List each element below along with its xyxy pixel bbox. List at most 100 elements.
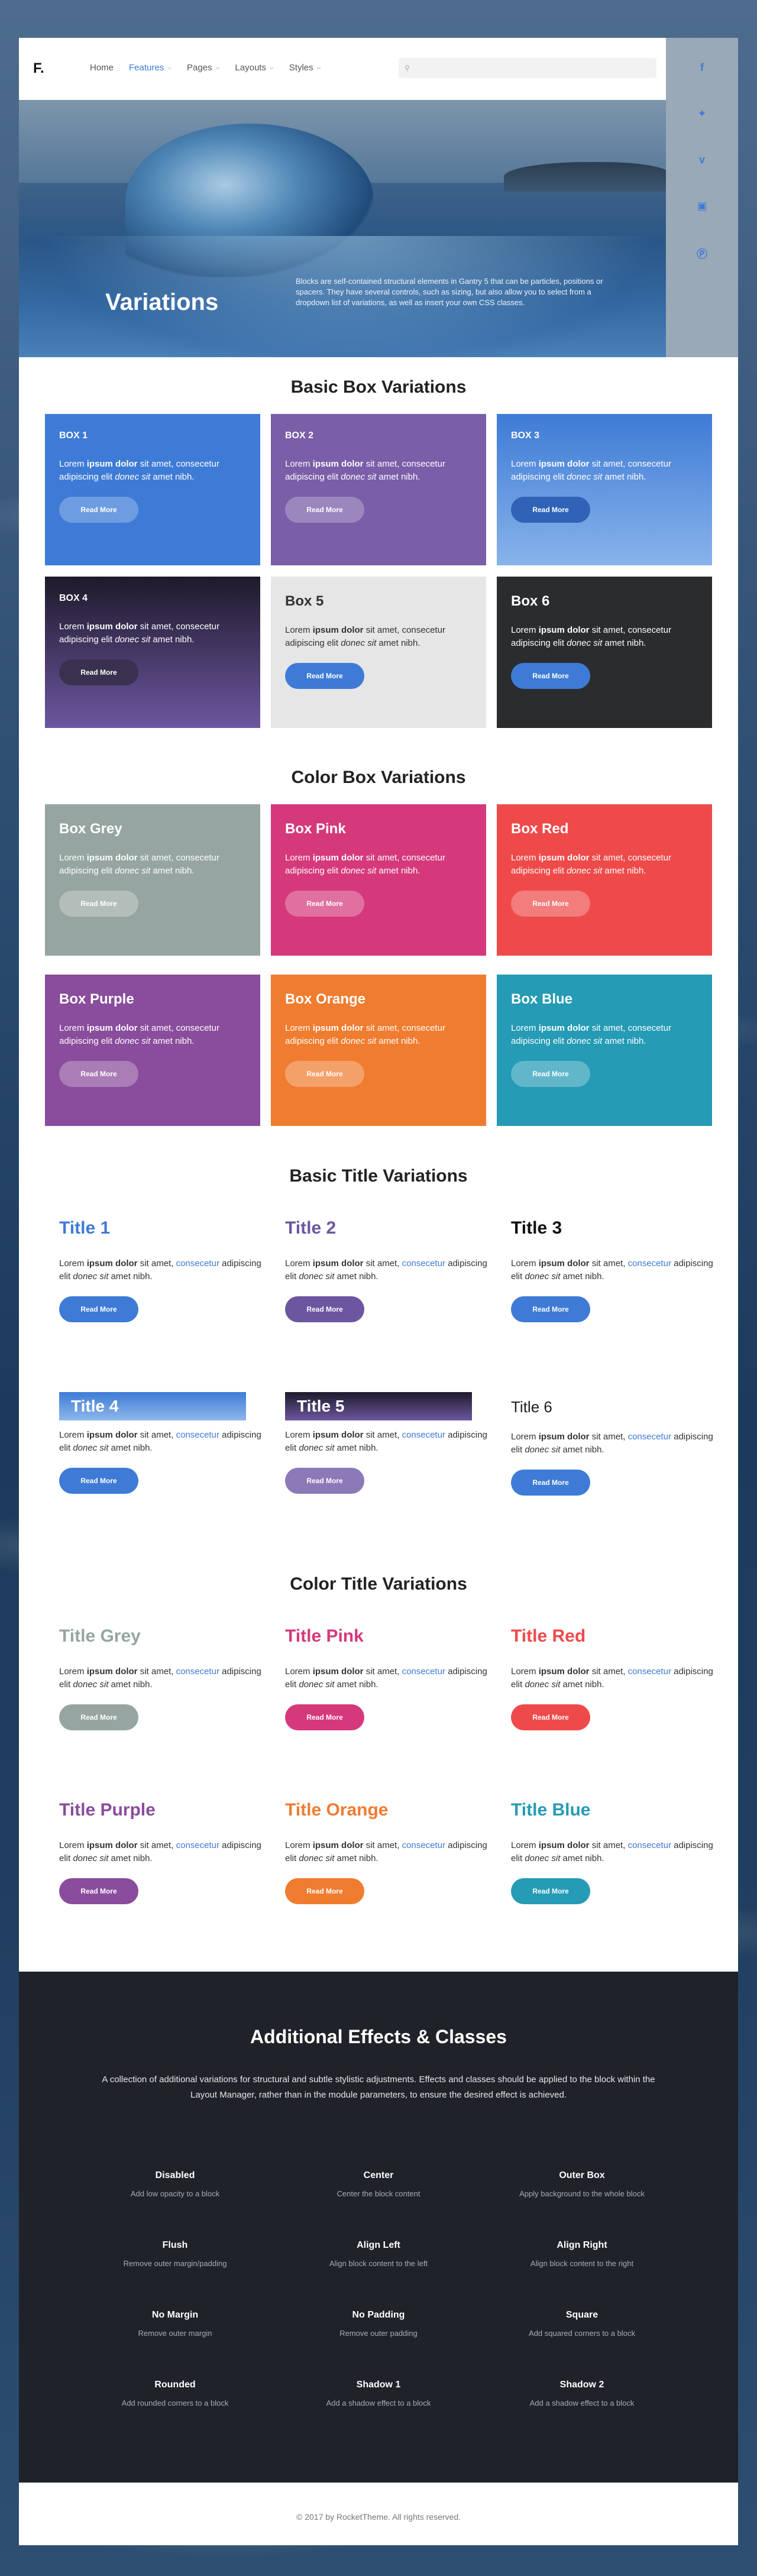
box-title: BOX 2 [285, 431, 314, 441]
read-more-button[interactable]: Read More [511, 663, 590, 689]
pinterest-icon[interactable]: Ⓟ [666, 246, 738, 261]
read-more-button[interactable]: Read More [511, 891, 590, 917]
read-more-button[interactable]: Read More [511, 1061, 590, 1087]
block-text: Lorem ipsum dolor sit amet, consecetur a… [285, 1258, 487, 1281]
box-title: Box Orange [285, 991, 366, 1007]
box-title: BOX 1 [59, 431, 88, 441]
box-text: Lorem ipsum dolor sit amet, consecetur a… [511, 853, 671, 876]
header: F. Home Features ⌵ Pages ⌵ Layouts ⌵ Styles… [19, 38, 666, 100]
box-title: BOX 4 [59, 593, 88, 603]
logo[interactable]: F. [33, 60, 44, 77]
read-more-button[interactable]: Read More [511, 1704, 590, 1730]
box-3: BOX 3 Lorem ipsum dolor sit amet, consec… [497, 414, 712, 565]
title-blue-block: Title Blue Lorem ipsum dolor sit amet, c… [511, 1800, 726, 1904]
read-more-button[interactable]: Read More [59, 1468, 138, 1494]
box-red: Box Red Lorem ipsum dolor sit amet, cons… [497, 804, 712, 956]
read-more-button[interactable]: Read More [59, 1296, 138, 1322]
nav-item-layouts[interactable]: Layouts ⌵ [235, 63, 273, 73]
read-more-button[interactable]: Read More [59, 497, 138, 523]
read-more-button[interactable]: Read More [511, 1296, 590, 1322]
box-text: Lorem ipsum dolor sit amet, consecetur a… [285, 853, 445, 876]
title-4-block: Title 4 Lorem ipsum dolor sit amet, cons… [59, 1392, 274, 1494]
box-pink: Box Pink Lorem ipsum dolor sit amet, con… [271, 804, 486, 956]
facebook-icon[interactable]: f [666, 62, 738, 74]
nav-item-features[interactable]: Features ⌵ [129, 63, 172, 73]
block-title: Title Red [511, 1626, 586, 1646]
effects-lead: A collection of additional variations fo… [102, 2075, 655, 2100]
title-6-block: Title 6 Lorem ipsum dolor sit amet, cons… [511, 1392, 726, 1496]
title-1-block: Title 1 Lorem ipsum dolor sit amet, cons… [59, 1218, 274, 1322]
read-more-button[interactable]: Read More [285, 1468, 364, 1494]
effect-item: Disabled Add low opacity to a block [130, 2170, 220, 2198]
effect-item: No Margin Remove outer margin [138, 2310, 212, 2338]
box-text: Lorem ipsum dolor sit amet, consecetur a… [59, 1023, 219, 1046]
block-text: Lorem ipsum dolor sit amet, consecetur a… [511, 1666, 713, 1690]
instagram-icon[interactable]: ▣ [666, 200, 738, 212]
box-1: BOX 1 Lorem ipsum dolor sit amet, consec… [45, 414, 260, 565]
block-text: Lorem ipsum dolor sit amet, consecetur a… [59, 1430, 261, 1453]
effect-item: Center Center the block content [337, 2170, 420, 2198]
read-more-button[interactable]: Read More [285, 1878, 364, 1904]
box-4: BOX 4 Lorem ipsum dolor sit amet, consec… [45, 577, 260, 728]
title-pink-block: Title Pink Lorem ipsum dolor sit amet, c… [285, 1626, 500, 1730]
search-input[interactable]: ⚲ [399, 58, 656, 78]
effect-item: Square Add squared corners to a block [529, 2310, 635, 2338]
block-text: Lorem ipsum dolor sit amet, consecetur a… [511, 1258, 713, 1281]
effect-item: Rounded Add rounded corners to a block [121, 2380, 229, 2407]
box-title: Box Grey [59, 821, 122, 837]
box-title: BOX 3 [511, 431, 540, 441]
main-nav: Home Features ⌵ Pages ⌵ Layouts ⌵ Styles ⌵ [90, 63, 321, 73]
block-text: Lorem ipsum dolor sit amet, consecetur a… [511, 1840, 713, 1863]
read-more-button[interactable]: Read More [285, 1296, 364, 1322]
block-title: Title Grey [59, 1626, 141, 1646]
read-more-button[interactable]: Read More [59, 659, 138, 685]
box-title: Box 5 [285, 593, 324, 609]
nav-label: Styles [289, 63, 313, 73]
hero-description: Blocks are self-contained structural ele… [296, 277, 603, 307]
twitter-icon[interactable]: ✦ [666, 108, 738, 120]
box-title: Box 6 [511, 593, 550, 609]
box-text: Lorem ipsum dolor sit amet, consecetur a… [511, 459, 671, 482]
box-text: Lorem ipsum dolor sit amet, consecetur a… [285, 625, 445, 648]
block-text: Lorem ipsum dolor sit amet, consecetur a… [59, 1840, 261, 1863]
nav-item-styles[interactable]: Styles ⌵ [289, 63, 321, 73]
block-title: Title 1 [59, 1218, 111, 1238]
read-more-button[interactable]: Read More [511, 497, 590, 523]
read-more-button[interactable]: Read More [59, 1704, 138, 1730]
chevron-down-icon: ⌵ [167, 64, 172, 70]
effect-item: No Padding Remove outer padding [339, 2310, 418, 2338]
read-more-button[interactable]: Read More [285, 1061, 364, 1087]
social-sidebar: f ✦ v ▣ Ⓟ [666, 38, 738, 357]
title-3-block: Title 3 Lorem ipsum dolor sit amet, cons… [511, 1218, 726, 1322]
page-container: F. Home Features ⌵ Pages ⌵ Layouts ⌵ Styles… [19, 38, 738, 2545]
hero-banner: Variations Blocks are self-contained str… [19, 100, 666, 357]
read-more-button[interactable]: Read More [285, 497, 364, 523]
block-title: Title Pink [285, 1626, 364, 1646]
box-text: Lorem ipsum dolor sit amet, consecetur a… [511, 1023, 671, 1046]
section-heading-effects: Additional Effects & Classes [250, 2026, 507, 2047]
vimeo-icon[interactable]: v [666, 154, 738, 166]
nav-item-home[interactable]: Home [90, 63, 114, 73]
box-2: BOX 2 Lorem ipsum dolor sit amet, consec… [271, 414, 486, 565]
box-6: Box 6 Lorem ipsum dolor sit amet, consec… [497, 577, 712, 728]
read-more-button[interactable]: Read More [59, 891, 138, 917]
nav-label: Features [129, 63, 164, 73]
nav-item-pages[interactable]: Pages ⌵ [187, 63, 219, 73]
read-more-button[interactable]: Read More [59, 1878, 138, 1904]
read-more-button[interactable]: Read More [285, 663, 364, 689]
chevron-down-icon: ⌵ [269, 64, 274, 70]
read-more-button[interactable]: Read More [285, 1704, 364, 1730]
block-title: Title 2 [285, 1218, 337, 1238]
box-purple: Box Purple Lorem ipsum dolor sit amet, c… [45, 975, 260, 1126]
copyright: © 2017 by RocketTheme. All rights reserv… [296, 2512, 461, 2522]
read-more-button[interactable]: Read More [511, 1470, 590, 1496]
read-more-button[interactable]: Read More [285, 891, 364, 917]
box-blue: Box Blue Lorem ipsum dolor sit amet, con… [497, 975, 712, 1126]
read-more-button[interactable]: Read More [59, 1061, 138, 1087]
title-5-block: Title 5 Lorem ipsum dolor sit amet, cons… [285, 1392, 500, 1494]
block-title: Title Orange [285, 1800, 389, 1820]
box-orange: Box Orange Lorem ipsum dolor sit amet, c… [271, 975, 486, 1126]
read-more-button[interactable]: Read More [511, 1878, 590, 1904]
block-title: Title 6 [511, 1398, 552, 1416]
effect-item: Outer Box Apply background to the whole b… [519, 2170, 645, 2198]
